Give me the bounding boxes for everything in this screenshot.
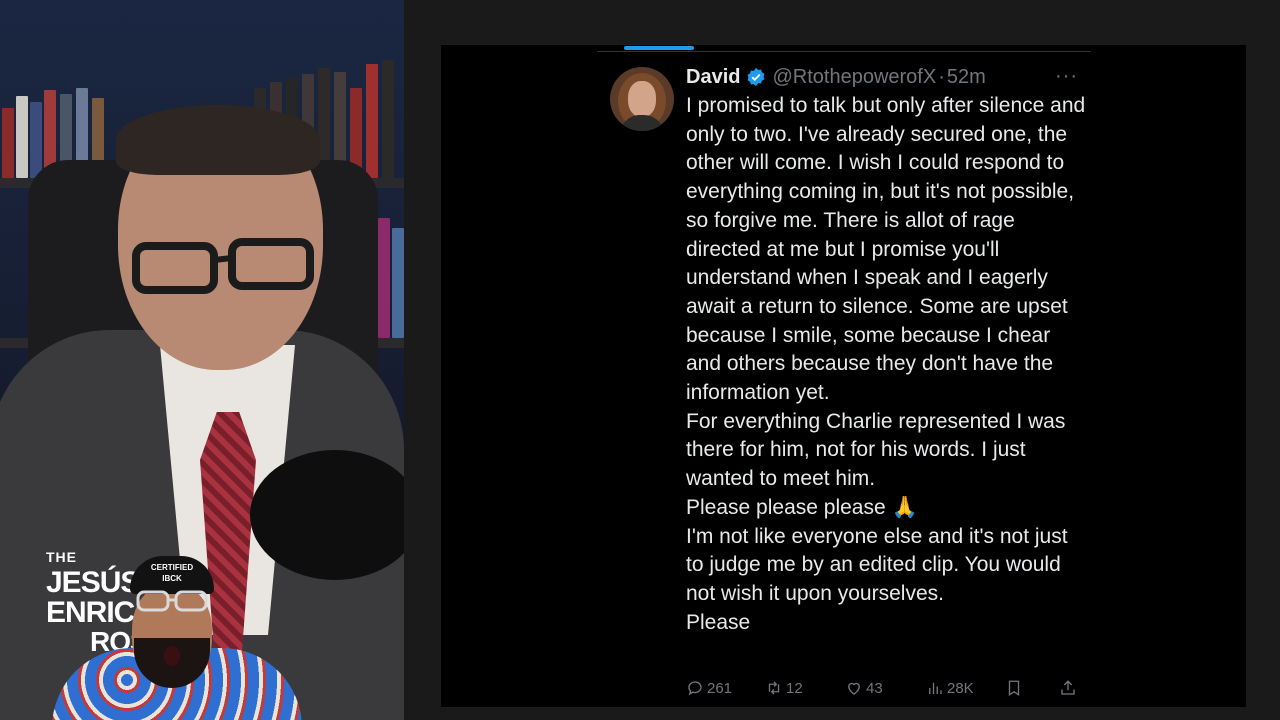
guest-mouth [164,646,180,666]
share-button[interactable] [1059,679,1080,697]
header-separator: · [938,65,945,88]
avatar[interactable] [610,67,674,131]
views-count: 28K [947,679,974,697]
like-button[interactable]: 43 [845,679,883,697]
webcam-video: THE JESÚS ENRIC ROS CERTIFIED IBCK [0,0,404,720]
repost-icon [768,681,780,695]
like-icon [848,682,860,695]
guest-glasses-icon [136,590,208,612]
reply-icon [688,681,702,696]
author-handle[interactable]: @RtothepowerofX [772,66,936,89]
tweet-header: David @RtothepowerofX · 52m [686,65,986,89]
tweet-actions: 261 12 43 28K [686,677,1076,699]
repost-count: 12 [786,679,803,697]
reply-count: 261 [707,679,733,697]
guest-cap: CERTIFIED IBCK [130,556,214,594]
views-icon [929,682,942,694]
guest-webcam: CERTIFIED IBCK [52,548,302,720]
active-tab-indicator [624,46,694,50]
bookmark-icon [1008,680,1020,697]
views-button[interactable]: 28K [926,679,974,697]
tweet-text: I promised to talk but only after silenc… [686,94,1086,634]
author-name[interactable]: David [686,66,740,89]
repost-button[interactable]: 12 [765,679,803,697]
like-count: 43 [866,679,883,697]
more-icon[interactable]: ··· [1055,65,1078,88]
tweet-time[interactable]: 52m [947,66,986,89]
tweet-panel: David @RtothepowerofX · 52m ··· I promis… [441,45,1246,707]
glasses-icon [132,238,314,294]
presenter-hair [116,105,320,175]
tab-divider [597,51,1091,52]
bookmark-button[interactable] [1005,679,1026,697]
share-icon [1061,680,1075,695]
reply-button[interactable]: 261 [686,679,732,697]
verified-badge-icon [748,67,765,87]
